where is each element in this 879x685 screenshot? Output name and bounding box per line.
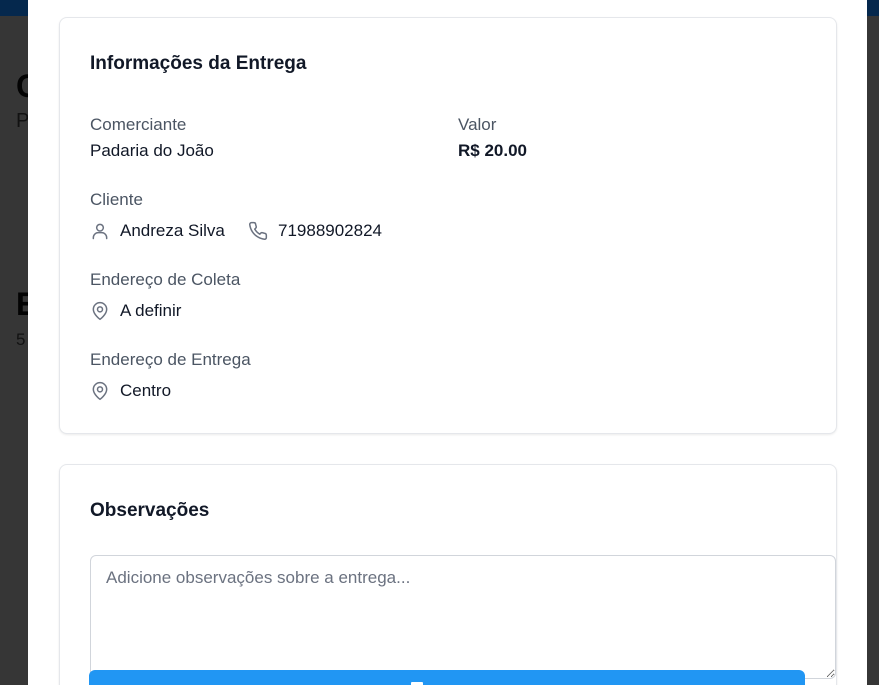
observations-textarea[interactable] bbox=[90, 555, 836, 679]
dropoff-address-label: Endereço de Entrega bbox=[90, 350, 251, 369]
delivery-info-title: Informações da Entrega bbox=[90, 53, 307, 74]
client-name: Andreza Silva bbox=[120, 221, 225, 240]
save-observations-button[interactable] bbox=[89, 670, 805, 685]
phone-icon bbox=[248, 221, 268, 241]
amount-label: Valor bbox=[458, 115, 497, 134]
client-phone[interactable]: 71988902824 bbox=[278, 221, 382, 241]
dropoff-address-value: Centro bbox=[120, 381, 172, 400]
observations-title: Observações bbox=[90, 500, 210, 521]
map-pin-icon bbox=[90, 381, 110, 401]
delivery-details-modal: Informações da Entrega Comerciante Padar… bbox=[28, 0, 867, 685]
delivery-info-card: Informações da Entrega Comerciante Padar… bbox=[59, 17, 837, 434]
client-label: Cliente bbox=[90, 190, 143, 209]
merchant-label: Comerciante bbox=[90, 115, 187, 134]
merchant-value: Padaria do João bbox=[90, 141, 214, 160]
map-pin-icon bbox=[90, 301, 110, 321]
pickup-address-value: A definir bbox=[120, 301, 182, 320]
observations-card: Observações bbox=[59, 464, 837, 685]
user-icon bbox=[90, 221, 110, 241]
pickup-address-label: Endereço de Coleta bbox=[90, 270, 241, 289]
amount-value: R$ 20.00 bbox=[458, 141, 527, 160]
